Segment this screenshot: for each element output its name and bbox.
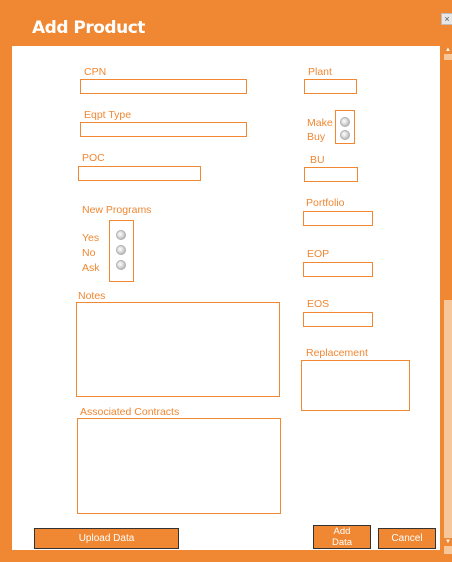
new-programs-no-label: No xyxy=(82,247,96,259)
replacement-textarea[interactable] xyxy=(301,360,410,411)
upload-data-button[interactable]: Upload Data xyxy=(34,528,179,549)
portfolio-input[interactable] xyxy=(303,211,373,226)
associated-contracts-textarea[interactable] xyxy=(77,418,281,514)
eos-label: EOS xyxy=(307,298,330,310)
dialog-title: Add Product xyxy=(32,18,145,38)
bu-label: BU xyxy=(310,154,325,166)
new-programs-ask-label: Ask xyxy=(82,262,100,274)
new-programs-yes-label: Yes xyxy=(82,232,100,244)
portfolio-label: Portfolio xyxy=(306,197,345,209)
cancel-button[interactable]: Cancel xyxy=(378,528,436,549)
bu-input[interactable] xyxy=(304,167,358,182)
plant-input[interactable] xyxy=(304,79,357,94)
eqpt-type-input[interactable] xyxy=(80,122,247,137)
make-label: Make xyxy=(307,117,333,129)
scroll-up-icon[interactable]: ▲ xyxy=(444,46,452,54)
make-buy-radio-group xyxy=(335,110,355,144)
cpn-label: CPN xyxy=(84,66,107,78)
new-programs-yes-radio[interactable] xyxy=(116,230,126,240)
poc-label: POC xyxy=(82,152,105,164)
make-radio[interactable] xyxy=(340,117,350,127)
associated-contracts-label: Associated Contracts xyxy=(80,406,180,418)
vertical-scrollbar[interactable]: ▲ ▼ xyxy=(444,46,452,554)
scrollbar-thumb[interactable] xyxy=(444,60,452,300)
eos-input[interactable] xyxy=(303,312,373,327)
notes-textarea[interactable] xyxy=(76,302,280,397)
scroll-down-icon[interactable]: ▼ xyxy=(444,538,452,546)
plant-label: Plant xyxy=(308,66,332,78)
new-programs-label: New Programs xyxy=(82,204,152,216)
buy-radio[interactable] xyxy=(340,130,350,140)
buy-label: Buy xyxy=(307,131,326,143)
new-programs-ask-radio[interactable] xyxy=(116,260,126,270)
eqpt-type-label: Eqpt Type xyxy=(84,109,132,121)
new-programs-no-radio[interactable] xyxy=(116,245,126,255)
close-icon[interactable]: × xyxy=(441,13,452,25)
cpn-input[interactable] xyxy=(80,79,247,94)
eop-input[interactable] xyxy=(303,262,373,277)
poc-input[interactable] xyxy=(78,166,201,181)
new-programs-radio-group xyxy=(109,220,134,282)
notes-label: Notes xyxy=(78,290,106,302)
eop-label: EOP xyxy=(307,248,330,260)
add-data-button[interactable]: Add Data xyxy=(313,525,371,549)
dialog-titlebar: Add Product × xyxy=(0,0,452,46)
replacement-label: Replacement xyxy=(306,347,368,359)
